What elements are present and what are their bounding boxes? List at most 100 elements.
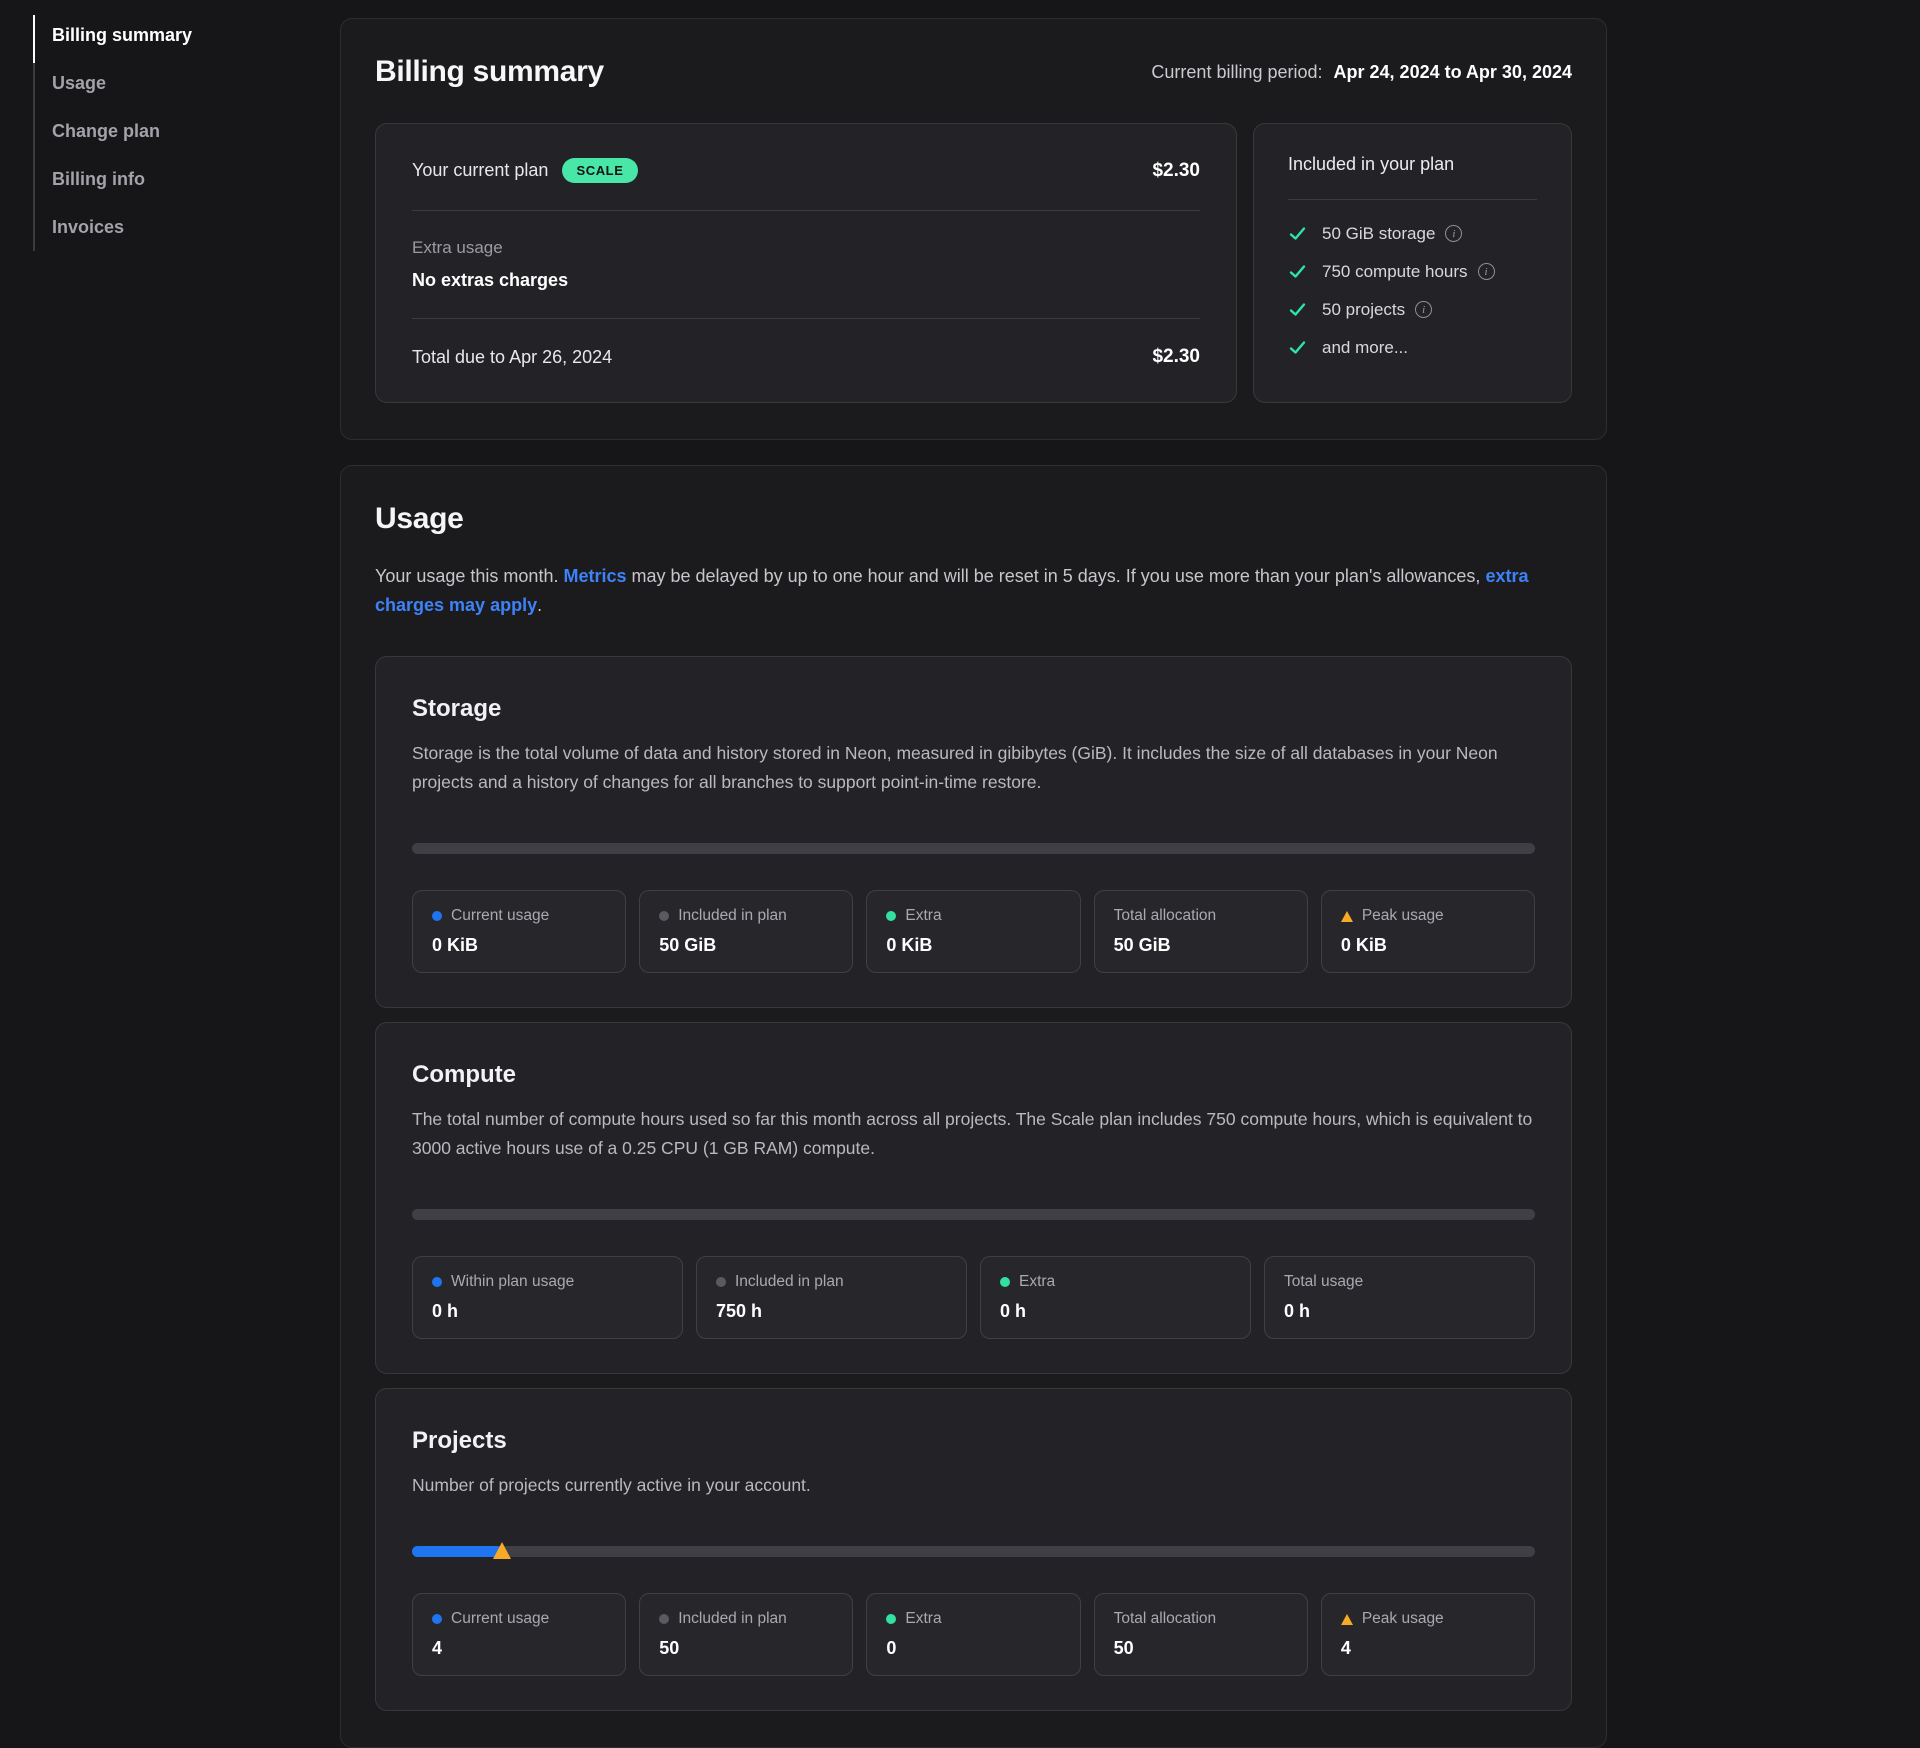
section-description: The total number of compute hours used s… (412, 1105, 1535, 1163)
stat-label-row: Included in plan (659, 1610, 833, 1628)
check-icon (1288, 224, 1307, 243)
billing-nav-list: Billing summary Usage Change plan Billing i… (33, 25, 340, 237)
sidebar-item-label: Usage (52, 73, 106, 93)
stat-label: Total allocation (1114, 1610, 1217, 1628)
usage-progress-bar (412, 1209, 1535, 1220)
section-title: Projects (412, 1427, 1535, 1455)
stat-value: 750 h (716, 1301, 947, 1322)
sidebar-item-billing-info[interactable]: Billing info (52, 169, 340, 189)
peak-marker-icon (493, 1542, 511, 1559)
billing-sidebar: Billing summary Usage Change plan Billing i… (0, 0, 340, 1748)
stat-card-peak-usage: Peak usage 0 KiB (1321, 890, 1535, 973)
included-item-label: and more... (1322, 339, 1408, 357)
total-due-label: Total due to Apr 26, 2024 (412, 347, 612, 368)
billing-main: Billing summary Current billing period: … (340, 0, 1607, 1748)
stat-card-peak-usage: Peak usage 4 (1321, 1593, 1535, 1676)
sidebar-item-label: Billing summary (52, 25, 192, 45)
billing-summary-card: Billing summary Current billing period: … (340, 18, 1607, 440)
plan-row: Your current plan SCALE $2.30 Extra usag… (375, 123, 1572, 403)
included-item: and more... (1288, 338, 1537, 357)
check-icon (1288, 300, 1307, 319)
section-description: Storage is the total volume of data and … (412, 739, 1535, 797)
stat-value: 0 h (1000, 1301, 1231, 1322)
dot-gray-icon (716, 1277, 726, 1287)
stat-label-row: Extra (886, 1610, 1060, 1628)
stat-label-row: Total allocation (1114, 1610, 1288, 1628)
billing-period-label: Current billing period: (1151, 62, 1322, 82)
included-item: 750 compute hours (1288, 262, 1537, 281)
sidebar-item-billing-summary[interactable]: Billing summary (52, 25, 340, 45)
billing-period: Current billing period: Apr 24, 2024 to … (1151, 62, 1572, 83)
stat-label-row: Total allocation (1114, 907, 1288, 925)
stat-card-included-in-plan: Included in plan 750 h (696, 1256, 967, 1339)
stat-label: Included in plan (678, 907, 787, 925)
dot-blue-icon (432, 1614, 442, 1624)
stat-value: 0 h (1284, 1301, 1515, 1322)
stat-value: 0 KiB (886, 935, 1060, 956)
stat-label: Included in plan (678, 1610, 787, 1628)
usage-intro: Your usage this month. Metrics may be de… (375, 562, 1535, 620)
usage-progress-bar (412, 1546, 1535, 1557)
sidebar-item-label: Billing info (52, 169, 145, 189)
dot-blue-icon (432, 911, 442, 921)
stat-card-within-plan-usage: Within plan usage 0 h (412, 1256, 683, 1339)
stats-row: Current usage 0 KiB Included in plan 50 … (412, 890, 1535, 973)
stats-row: Within plan usage 0 h Included in plan 7… (412, 1256, 1535, 1339)
included-list: 50 GiB storage 750 compute hours 50 proj… (1288, 224, 1537, 357)
stat-label-row: Peak usage (1341, 907, 1515, 925)
check-icon (1288, 338, 1307, 357)
stat-value: 0 (886, 1638, 1060, 1659)
stat-label-row: Within plan usage (432, 1273, 663, 1291)
stat-card-extra: Extra 0 h (980, 1256, 1251, 1339)
stat-label-row: Peak usage (1341, 1610, 1515, 1628)
nav-active-indicator (33, 15, 35, 63)
stat-label: Included in plan (735, 1273, 844, 1291)
progress-fill (412, 1546, 502, 1557)
plan-badge: SCALE (562, 158, 637, 183)
total-due-amount: $2.30 (1152, 346, 1200, 368)
dot-green-icon (886, 911, 896, 921)
divider (412, 210, 1200, 211)
billing-summary-header: Billing summary Current billing period: … (375, 55, 1572, 89)
plan-amount: $2.30 (1152, 160, 1200, 182)
stat-value: 0 h (432, 1301, 663, 1322)
stat-label: Peak usage (1362, 907, 1444, 925)
info-icon[interactable] (1478, 263, 1495, 280)
stat-card-included-in-plan: Included in plan 50 GiB (639, 890, 853, 973)
stat-card-current-usage: Current usage 4 (412, 1593, 626, 1676)
info-icon[interactable] (1415, 301, 1432, 318)
stat-card-included-in-plan: Included in plan 50 (639, 1593, 853, 1676)
usage-sections: Storage Storage is the total volume of d… (375, 656, 1572, 1711)
stat-label: Current usage (451, 907, 549, 925)
sidebar-item-change-plan[interactable]: Change plan (52, 121, 340, 141)
dot-green-icon (886, 1614, 896, 1624)
stat-value: 50 GiB (1114, 935, 1288, 956)
divider (1288, 199, 1537, 200)
page-title: Billing summary (375, 55, 604, 89)
extra-usage-value: No extras charges (412, 270, 1200, 291)
included-in-plan-title: Included in your plan (1288, 154, 1537, 175)
stat-label: Current usage (451, 1610, 549, 1628)
usage-progress-bar (412, 843, 1535, 854)
section-title: Storage (412, 695, 1535, 723)
usage-section-compute: Compute The total number of compute hour… (375, 1022, 1572, 1374)
stat-value: 4 (432, 1638, 606, 1659)
stat-label-row: Extra (886, 907, 1060, 925)
info-icon[interactable] (1445, 225, 1462, 242)
included-item-label: 50 projects (1322, 301, 1405, 319)
stat-label-row: Included in plan (659, 907, 833, 925)
sidebar-item-label: Change plan (52, 121, 160, 141)
sidebar-item-usage[interactable]: Usage (52, 73, 340, 93)
extra-usage-label: Extra usage (412, 238, 1200, 258)
stat-card-total-allocation: Total allocation 50 (1094, 1593, 1308, 1676)
sidebar-item-invoices[interactable]: Invoices (52, 217, 340, 237)
dot-gray-icon (659, 1614, 669, 1624)
stat-label: Extra (1019, 1273, 1055, 1291)
stat-label: Total allocation (1114, 907, 1217, 925)
included-item-label: 50 GiB storage (1322, 225, 1435, 243)
metrics-link[interactable]: Metrics (563, 566, 626, 586)
stat-card-total-usage: Total usage 0 h (1264, 1256, 1535, 1339)
dot-gray-icon (659, 911, 669, 921)
current-plan-card: Your current plan SCALE $2.30 Extra usag… (375, 123, 1237, 403)
current-plan-line: Your current plan SCALE $2.30 (412, 158, 1200, 183)
